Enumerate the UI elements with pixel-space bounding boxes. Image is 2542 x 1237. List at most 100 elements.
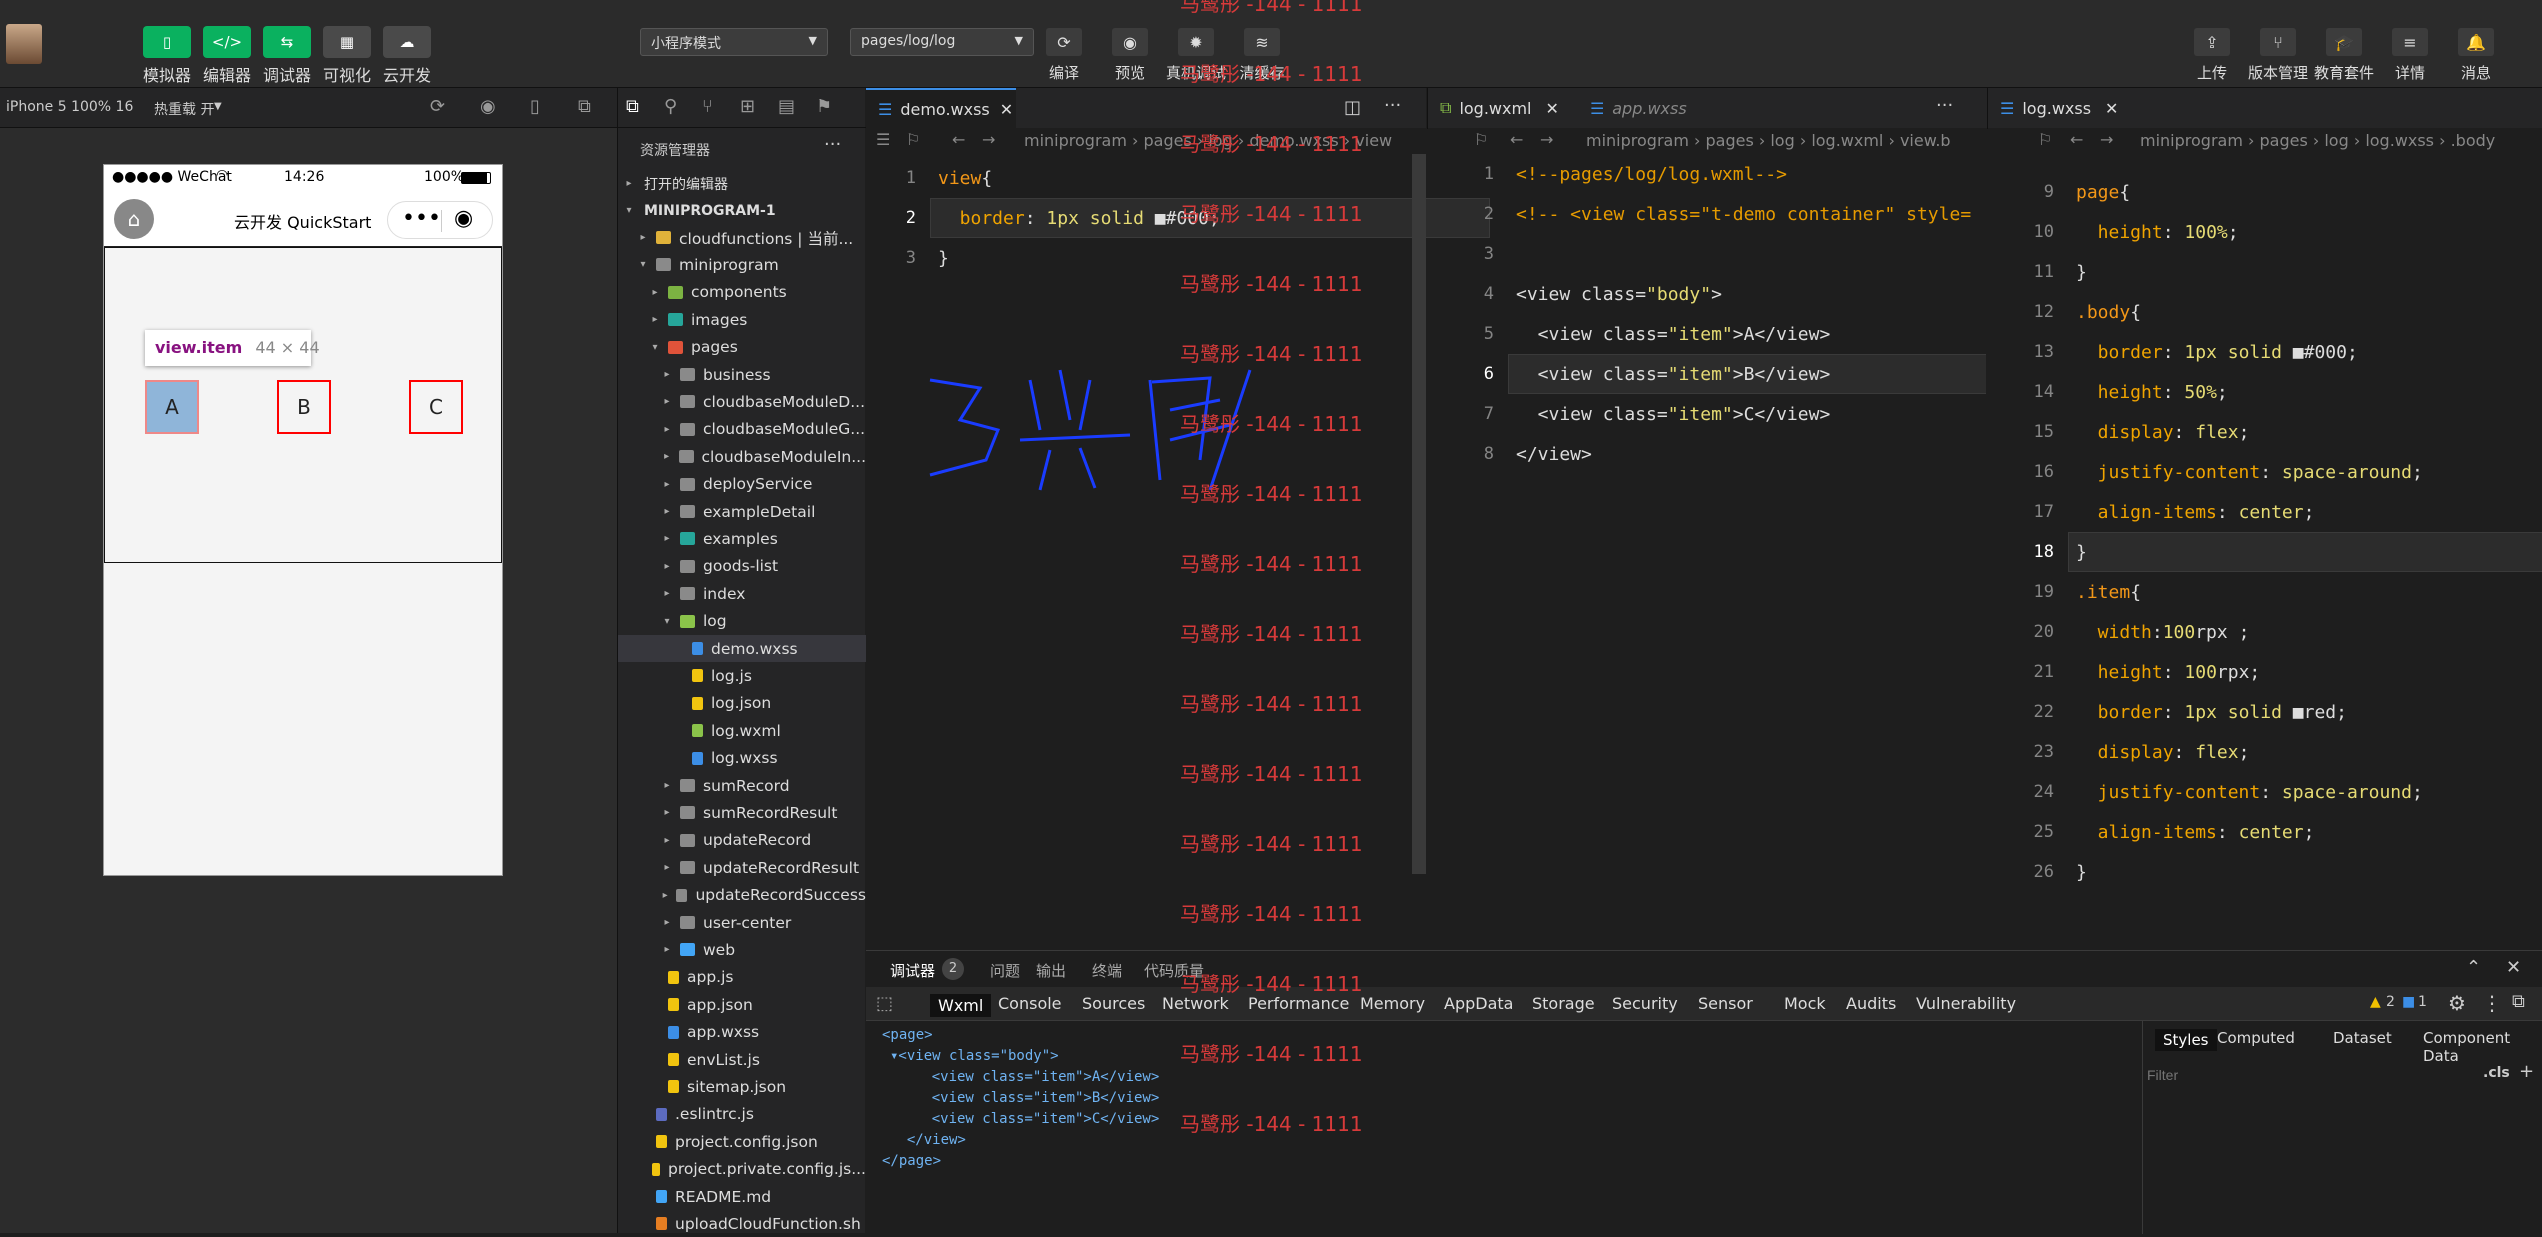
预览-button[interactable]: ◉: [1112, 28, 1148, 56]
tree-item[interactable]: log.wxss: [618, 745, 866, 772]
tree-item[interactable]: ▸ sumRecordResult: [618, 799, 866, 826]
devtools-tab[interactable]: Security: [1612, 994, 1678, 1013]
mode-select[interactable]: 小程序模式 ▼: [640, 28, 828, 56]
devtools-tab[interactable]: Storage: [1532, 994, 1595, 1013]
tree-item[interactable]: ▸ user-center: [618, 909, 866, 936]
真机调试-button[interactable]: ✹: [1178, 28, 1214, 56]
forward-icon[interactable]: →: [982, 130, 995, 149]
devtools-tab[interactable]: Mock: [1784, 994, 1826, 1013]
more-icon[interactable]: ···: [824, 134, 841, 155]
extensions-icon[interactable]: ⊞: [740, 96, 755, 117]
wxml-node[interactable]: ▾<view class="body">: [890, 1048, 1059, 1064]
模拟器-button[interactable]: ▯: [143, 26, 191, 58]
phone-icon[interactable]: ▯: [530, 96, 540, 117]
tree-item[interactable]: log.wxml: [618, 717, 866, 744]
debug-run-icon[interactable]: ⚑: [816, 96, 832, 117]
tree-item[interactable]: ▸ business: [618, 361, 866, 388]
devtools-tab[interactable]: Memory: [1360, 994, 1425, 1013]
tree-item[interactable]: ▸ components: [618, 279, 866, 306]
editor3-code[interactable]: 9 page{10 height: 100%; 11} 12 .body{13 bord…: [1988, 154, 2542, 950]
open-editors-section[interactable]: ▸ 打开的编辑器: [618, 170, 866, 197]
tree-item[interactable]: ▸ web: [618, 936, 866, 963]
project-section[interactable]: ▾ MINIPROGRAM-1: [618, 197, 866, 224]
close-icon[interactable]: ✕: [2506, 957, 2521, 978]
版本管理-button[interactable]: ⑂: [2260, 28, 2296, 56]
tree-item[interactable]: log.js: [618, 662, 866, 689]
tree-item[interactable]: ▸ updateRecord: [618, 827, 866, 854]
wxml-node[interactable]: </page>: [882, 1153, 941, 1169]
tree-item[interactable]: ▸ exampleDetail: [618, 498, 866, 525]
tree-item[interactable]: envList.js: [618, 1046, 866, 1073]
tree-item[interactable]: project.config.json: [618, 1128, 866, 1155]
bookmark-icon[interactable]: ☰: [876, 130, 890, 149]
tree-item[interactable]: ▸ index: [618, 580, 866, 607]
more-icon[interactable]: ···: [1384, 95, 1401, 116]
item-c[interactable]: C: [409, 380, 463, 434]
back-icon[interactable]: ←: [1510, 130, 1523, 149]
devtools-tab[interactable]: Wxml: [930, 994, 992, 1017]
files-icon[interactable]: ⧉: [626, 96, 639, 117]
editor1-scrollbar[interactable]: [1412, 154, 1426, 874]
wxml-tree[interactable]: <page> ▾<view class="body"> <view class="…: [882, 1027, 1982, 1227]
tree-item[interactable]: ▸ cloudbaseModuleD...: [618, 388, 866, 415]
tree-item[interactable]: .eslintrc.js: [618, 1101, 866, 1128]
详情-button[interactable]: ≡: [2392, 28, 2428, 56]
tree-item[interactable]: ▸ goods-list: [618, 553, 866, 580]
hot-reload-toggle[interactable]: 热重载 开: [154, 99, 214, 119]
tab-app-wxss[interactable]: ☰ app.wxss: [1578, 88, 1738, 128]
tree-item[interactable]: ▸ examples: [618, 525, 866, 552]
tree-item[interactable]: ▾ miniprogram: [618, 251, 866, 278]
tree-item[interactable]: app.wxss: [618, 1019, 866, 1046]
item-a[interactable]: A: [145, 380, 199, 434]
wxml-node[interactable]: </view>: [890, 1132, 966, 1148]
tree-item[interactable]: app.js: [618, 964, 866, 991]
消息-button[interactable]: 🔔: [2458, 28, 2494, 56]
dock-icon[interactable]: ⧉: [2512, 991, 2525, 1012]
tree-item[interactable]: ▸ images: [618, 306, 866, 333]
rotate-icon[interactable]: ⟳: [430, 96, 445, 117]
back-icon[interactable]: ←: [952, 130, 965, 149]
wxml-node[interactable]: <page>: [882, 1027, 933, 1043]
tree-item[interactable]: ▸ updateRecordResult: [618, 854, 866, 881]
tab-demo-wxss[interactable]: ☰ demo.wxss ✕: [866, 88, 1016, 128]
tree-item[interactable]: log.json: [618, 690, 866, 717]
avatar[interactable]: [6, 24, 42, 64]
styles-tab[interactable]: Dataset: [2333, 1029, 2392, 1047]
stop-icon[interactable]: ◉: [480, 96, 496, 117]
bookmark-icon[interactable]: ⚐: [1474, 130, 1488, 149]
more-vertical-icon[interactable]: ⋮: [2482, 991, 2502, 1015]
panel-tab[interactable]: 输出: [1036, 960, 1066, 981]
maximize-panel-icon[interactable]: ⌃: [2466, 957, 2481, 978]
wxml-node[interactable]: <view class="item">B</view>: [898, 1090, 1160, 1106]
popout-icon[interactable]: ⧉: [578, 96, 591, 117]
cls-toggle[interactable]: .cls: [2483, 1065, 2510, 1081]
tree-item[interactable]: ▾ log: [618, 608, 866, 635]
close-icon[interactable]: ✕: [1000, 100, 1013, 119]
styles-filter-input[interactable]: [2145, 1061, 2449, 1089]
panel-tab[interactable]: 问题: [990, 960, 1020, 981]
device-select[interactable]: iPhone 5 100% 16: [6, 99, 133, 115]
devtools-tab[interactable]: Console: [998, 994, 1062, 1013]
tree-item[interactable]: sitemap.json: [618, 1073, 866, 1100]
home-button[interactable]: ⌂: [114, 199, 154, 239]
bookmark-icon[interactable]: ⚐: [2038, 130, 2052, 149]
outline-icon[interactable]: ▤: [778, 96, 795, 117]
devtools-tab[interactable]: Audits: [1846, 994, 1896, 1013]
breadcrumb-text[interactable]: miniprogram › pages › log › log.wxml › v…: [1586, 131, 1951, 150]
styles-tab[interactable]: Styles: [2155, 1029, 2217, 1051]
教育套件-button[interactable]: 🎓: [2326, 28, 2362, 56]
编辑器-button[interactable]: </>: [203, 26, 251, 58]
清缓存-button[interactable]: ≋: [1244, 28, 1280, 56]
tree-item[interactable]: ▸ updateRecordSuccess: [618, 882, 866, 909]
devtools-tab[interactable]: Vulnerability: [1916, 994, 2016, 1013]
editor2-code[interactable]: 1 <!--pages/log/log.wxml--> 2 <!-- <view cl…: [1428, 154, 1986, 950]
tree-item[interactable]: ▸ cloudfunctions | 当前...: [618, 224, 866, 251]
capsule-button[interactable]: ••• ◉: [387, 201, 493, 239]
devtools-tab[interactable]: Sensor: [1698, 994, 1753, 1013]
styles-tab[interactable]: Component Data: [2423, 1029, 2542, 1065]
git-icon[interactable]: ⑂: [702, 96, 713, 117]
tree-item[interactable]: ▸ cloudbaseModuleIn...: [618, 443, 866, 470]
wxml-node[interactable]: <view class="item">C</view>: [898, 1111, 1160, 1127]
tree-item[interactable]: ▾ pages: [618, 334, 866, 361]
close-miniprogram-icon[interactable]: ◉: [454, 206, 473, 231]
